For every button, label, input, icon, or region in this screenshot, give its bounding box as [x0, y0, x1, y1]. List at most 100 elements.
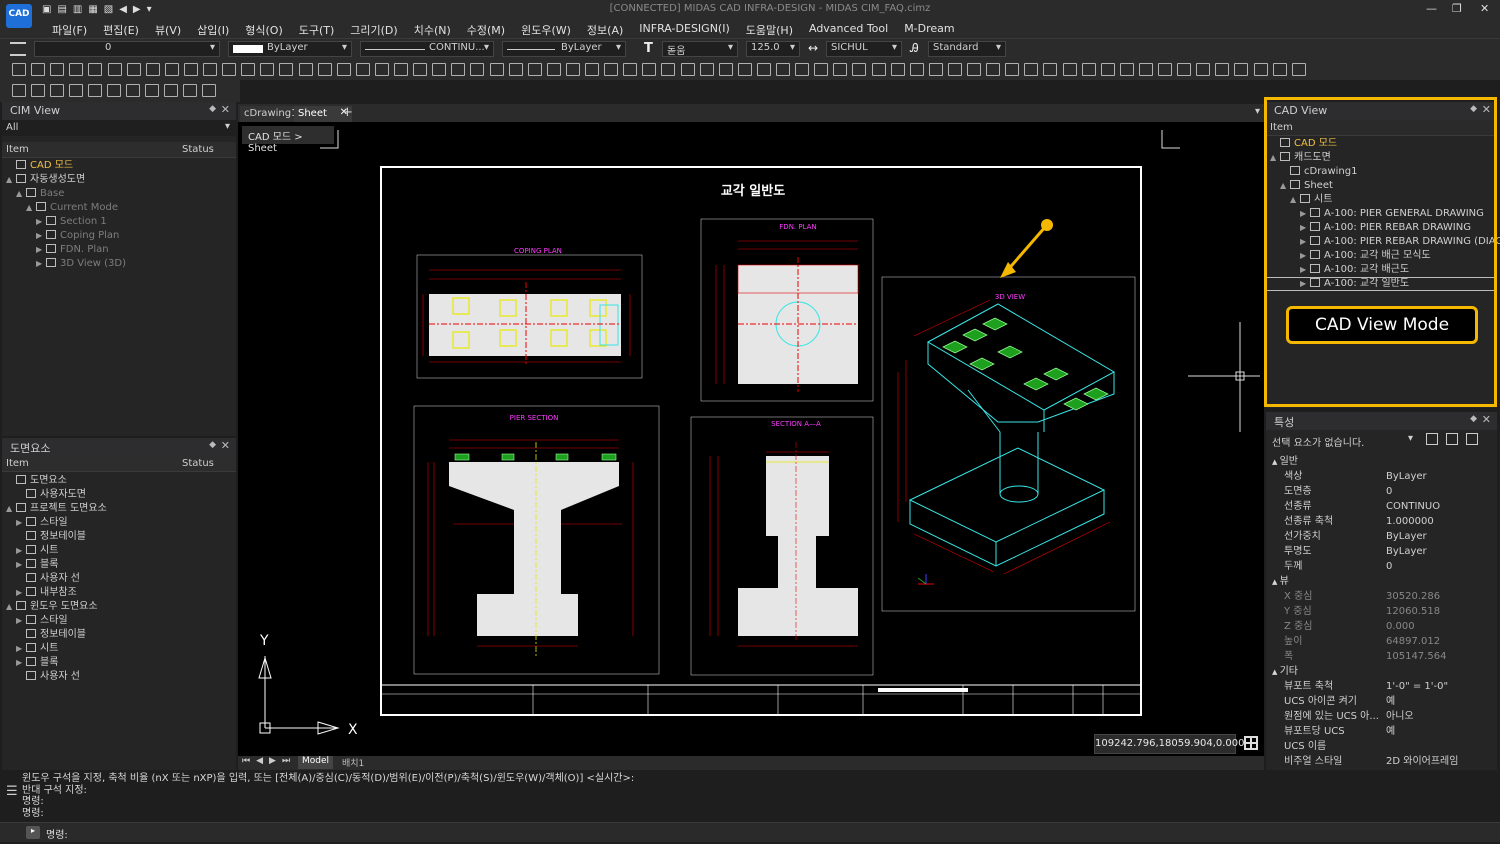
drawing-canvas[interactable]: CAD 모드 > Sheet 교각 일반도 COPING PLAN FDN. P… — [238, 122, 1264, 756]
grid-toggle-icon[interactable] — [1244, 736, 1258, 750]
tree-item[interactable]: ▶ 시트 — [2, 544, 236, 558]
tree-item[interactable]: ▶ Coping Plan — [2, 229, 236, 243]
tool-icon[interactable] — [50, 63, 65, 76]
property-row[interactable]: Z 중심 0.000 — [1266, 619, 1497, 634]
tool-icon[interactable] — [699, 63, 714, 76]
tool-icon[interactable] — [69, 84, 83, 97]
menu-item[interactable]: 삽입(I) — [197, 22, 229, 38]
tool-icon[interactable] — [50, 84, 64, 97]
tool-icon[interactable] — [413, 63, 428, 76]
tool-icon[interactable] — [795, 63, 810, 76]
expand-icon[interactable]: ▲ — [26, 201, 36, 215]
cim-filter-dropdown[interactable]: All ▾ — [2, 120, 236, 136]
tree-item[interactable]: ▶ Section 1 — [2, 215, 236, 229]
dimstyle-icon[interactable]: ↔ — [808, 41, 818, 55]
color-dropdown[interactable]: ByLayer ▾ — [228, 41, 352, 57]
expand-icon[interactable]: ▶ — [1300, 249, 1310, 263]
expand-icon[interactable]: ▶ — [16, 614, 26, 628]
property-row[interactable]: 투명도 ByLayer — [1266, 544, 1497, 559]
tool-icon[interactable] — [527, 63, 542, 76]
layout-nav-icon[interactable]: ⏮◀▶⏭ — [242, 756, 296, 766]
quick-access-toolbar[interactable]: ▣▤▥▦▧◀▶▾ — [42, 4, 192, 16]
tool-icon[interactable] — [680, 63, 695, 76]
property-section[interactable]: ▲ 기타 — [1266, 664, 1497, 679]
tool-icon[interactable] — [1215, 63, 1230, 76]
tool-icon[interactable] — [565, 63, 580, 76]
tool-icon[interactable] — [1138, 63, 1153, 76]
menu-item[interactable]: 그리기(D) — [350, 22, 397, 38]
tree-item[interactable]: CAD 모드 — [1266, 137, 1497, 151]
menu-item[interactable]: 수정(M) — [467, 22, 505, 38]
tree-item[interactable]: ▲ 프로젝트 도면요소 — [2, 502, 236, 516]
tool-icon[interactable] — [336, 63, 351, 76]
tool-icon[interactable] — [718, 63, 733, 76]
tool-icon[interactable] — [1177, 63, 1192, 76]
tool-icon[interactable] — [508, 63, 523, 76]
tool-icon[interactable] — [88, 84, 102, 97]
collapse-icon[interactable]: ▲ — [1272, 578, 1280, 586]
tree-item[interactable]: 사용자 선 — [2, 670, 236, 684]
tool-icon[interactable] — [661, 63, 676, 76]
tree-item[interactable]: 사용자도면 — [2, 488, 236, 502]
tab-model[interactable]: Model — [298, 756, 334, 769]
tool-icon[interactable] — [1253, 63, 1268, 76]
tool-icon[interactable] — [546, 63, 561, 76]
property-row[interactable]: 뷰포트 축척 1'-0" = 1'-0" — [1266, 679, 1497, 694]
tool-icon[interactable] — [1005, 63, 1020, 76]
dimstyle-dropdown[interactable]: SICHUL ▾ — [826, 41, 902, 57]
expand-icon[interactable]: ▶ — [1300, 207, 1310, 221]
menu-item[interactable]: 윈도우(W) — [521, 22, 571, 38]
tool-icon[interactable] — [1062, 63, 1077, 76]
tool-icon[interactable] — [394, 63, 408, 76]
tool-icon[interactable] — [470, 63, 485, 76]
menu-icon[interactable]: ☰ — [6, 784, 18, 799]
tool-icon[interactable] — [623, 63, 638, 76]
tab-cdrawing1[interactable]: cDrawing1 — [240, 106, 302, 122]
lineweight-dropdown[interactable]: ByLayer ▾ — [502, 41, 626, 57]
property-row[interactable]: 원점에 있는 UCS 아... 아니오 — [1266, 709, 1497, 724]
tree-item[interactable]: ▲ Current Mode — [2, 201, 236, 215]
close-icon[interactable]: ✕ — [221, 439, 230, 452]
tool-icon[interactable] — [737, 63, 752, 76]
tool-icon[interactable] — [585, 63, 599, 76]
expand-icon[interactable]: ▶ — [36, 215, 46, 229]
menu-item[interactable]: 파일(F) — [52, 22, 87, 38]
menu-item[interactable]: INFRA-DESIGN(I) — [639, 22, 729, 38]
menu-item[interactable]: 도구(T) — [299, 22, 335, 38]
close-button[interactable]: ✕ — [1480, 2, 1489, 15]
expand-icon[interactable]: ▶ — [16, 586, 26, 600]
pick-add-icon[interactable] — [1466, 433, 1478, 445]
collapse-icon[interactable]: ▲ — [1272, 458, 1280, 466]
tab-layout1[interactable]: 배치1 — [342, 756, 364, 769]
tool-icon[interactable] — [604, 63, 619, 76]
tool-icon[interactable] — [88, 63, 103, 76]
tool-icon[interactable] — [126, 63, 141, 76]
selection-dropdown[interactable]: 선택 요소가 없습니다. ▾ — [1266, 430, 1497, 450]
tool-icon[interactable] — [164, 84, 178, 97]
tool-icon[interactable] — [1291, 63, 1306, 76]
tool-icon[interactable] — [203, 63, 217, 76]
textstyle-icon[interactable]: Ꭿ — [910, 41, 919, 56]
tree-item[interactable]: ▶ 시트 — [2, 642, 236, 656]
tool-icon[interactable] — [69, 63, 84, 76]
tree-item[interactable]: cDrawing1 — [1266, 165, 1497, 179]
expand-icon[interactable]: ▶ — [1300, 277, 1310, 291]
tool-icon[interactable] — [1100, 63, 1115, 76]
tree-item[interactable]: ▲ Sheet — [1266, 179, 1497, 193]
tool-icon[interactable] — [12, 84, 26, 97]
tool-icon[interactable] — [1158, 63, 1172, 76]
tool-icon[interactable] — [967, 63, 981, 76]
tool-icon[interactable] — [107, 63, 122, 76]
property-row[interactable]: 뷰포트당 UCS 예 — [1266, 724, 1497, 739]
tool-icon[interactable] — [928, 63, 943, 76]
property-row[interactable]: 폭 105147.564 — [1266, 649, 1497, 664]
menu-item[interactable]: M-Dream — [904, 22, 954, 38]
close-icon[interactable]: ✕ — [1482, 103, 1491, 116]
property-row[interactable]: 선종류 축척 1.000000 — [1266, 514, 1497, 529]
tree-item[interactable]: ▶ 블록 — [2, 656, 236, 670]
expand-icon[interactable]: ▶ — [36, 243, 46, 257]
property-row[interactable]: 선종류 CONTINUO — [1266, 499, 1497, 514]
tabs-dropdown-icon[interactable]: ▾ — [1255, 106, 1260, 117]
tool-icon[interactable] — [642, 63, 657, 76]
tool-icon[interactable] — [1196, 63, 1211, 76]
